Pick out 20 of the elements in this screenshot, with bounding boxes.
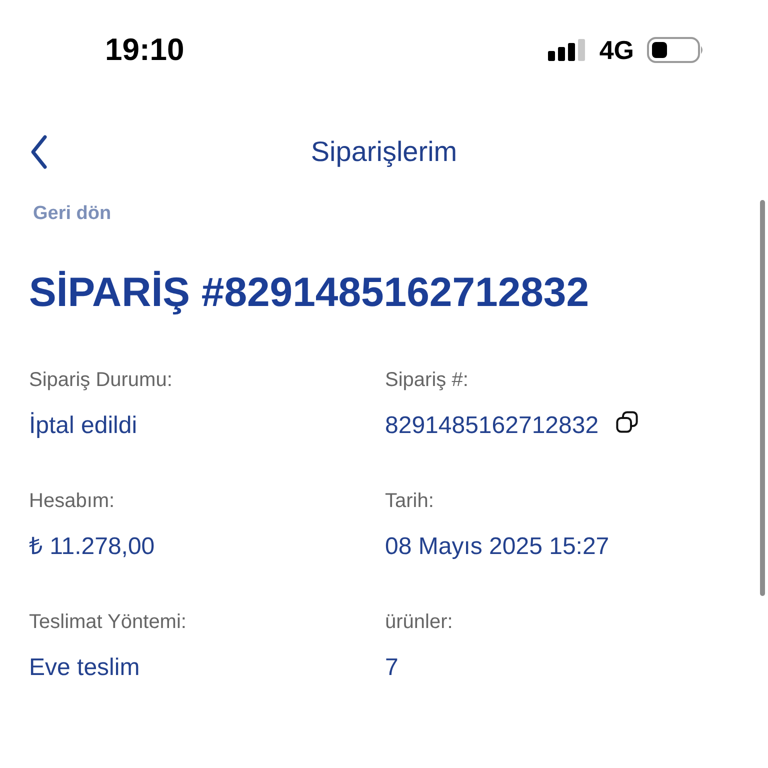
status-time: 19:10: [105, 32, 184, 68]
signal-icon: [548, 39, 586, 61]
field-label: Tarih:: [385, 489, 434, 514]
order-heading: SİPARİŞ #8291485162712832: [29, 268, 590, 316]
back-link[interactable]: Geri dön: [33, 202, 112, 226]
field-value: 8291485162712832: [385, 411, 599, 441]
field-label: Teslimat Yöntemi:: [29, 610, 186, 635]
battery-icon: [647, 37, 704, 63]
field-label: ürünler:: [385, 610, 453, 635]
field-value: 08 Mayıs 2025 15:27: [385, 532, 610, 562]
page-title: Siparişlerim: [310, 135, 458, 169]
field-value: ₺ 11.278,00: [29, 532, 155, 562]
field-label: Sipariş #:: [385, 368, 468, 393]
copy-icon[interactable]: [616, 411, 638, 433]
field-label: Hesabım:: [29, 489, 115, 514]
field-value: 7: [385, 653, 398, 683]
network-label: 4G: [599, 35, 634, 65]
field-label: Sipariş Durumu:: [29, 368, 172, 393]
field-value: Eve teslim: [29, 653, 140, 683]
field-value: İptal edildi: [29, 411, 138, 441]
